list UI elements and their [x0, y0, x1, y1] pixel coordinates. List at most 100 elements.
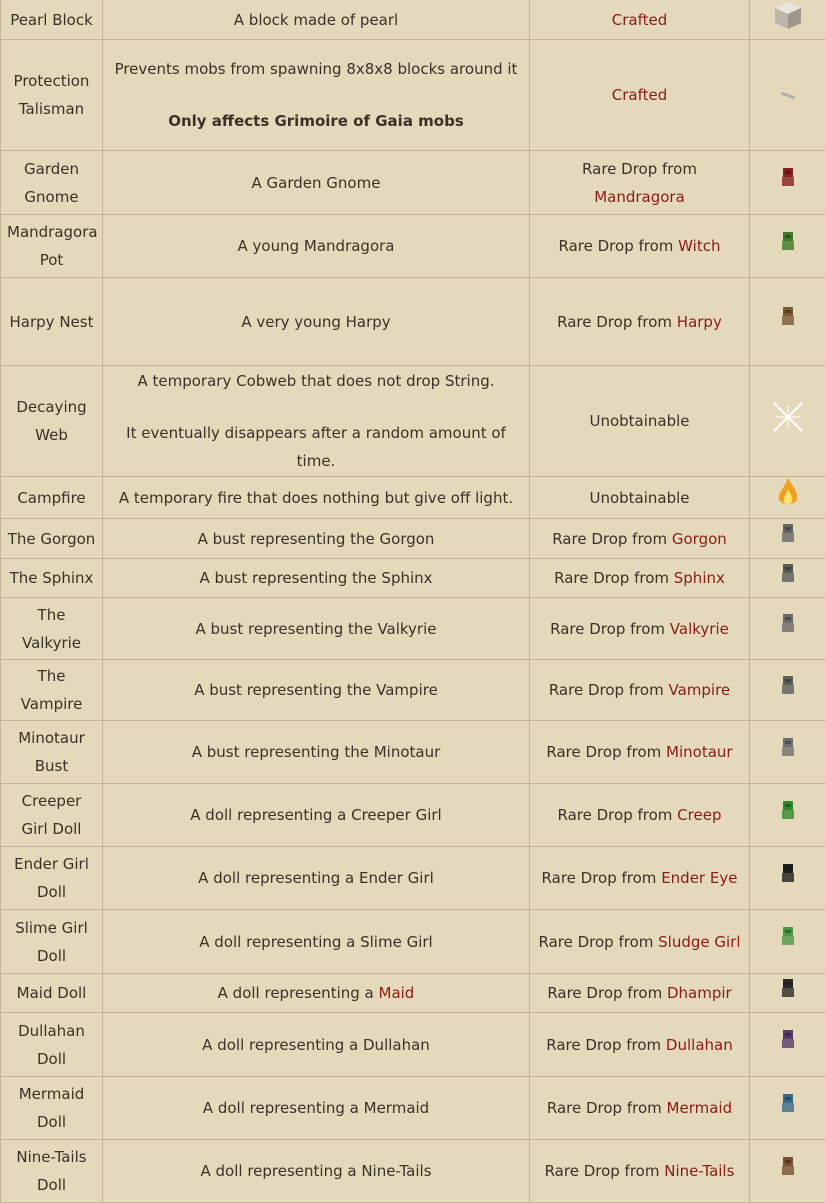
item-source: Rare Drop from Minotaur — [530, 721, 750, 784]
item-description: A Garden Gnome — [103, 151, 530, 215]
source-link[interactable]: Crafted — [612, 86, 667, 104]
nine-tails-doll-icon — [780, 1156, 796, 1187]
item-name: The Sphinx — [1, 559, 103, 598]
source-text: Rare Drop from — [557, 313, 677, 331]
slime-girl-doll-icon — [780, 926, 796, 957]
valkyrie-bust-icon — [780, 613, 796, 644]
source-text: Rare Drop from — [549, 681, 669, 699]
source-link[interactable]: Gorgon — [672, 530, 727, 548]
source-link[interactable]: Creep — [677, 806, 721, 824]
source-link[interactable]: Harpy — [677, 313, 722, 331]
description-text: A doll representing a Maid — [109, 979, 523, 1007]
table-row: Harpy Nest A very young Harpy Rare Drop … — [1, 278, 825, 366]
vampire-bust-icon — [780, 675, 796, 706]
source-text: Rare Drop from — [559, 237, 679, 255]
item-name: Garden Gnome — [1, 151, 103, 215]
item-source: Crafted — [530, 0, 750, 40]
source-link[interactable]: Crafted — [612, 11, 667, 29]
table-row: Mermaid Doll A doll representing a Merma… — [1, 1077, 825, 1140]
item-name: Minotaur Bust — [1, 721, 103, 784]
item-description: A doll representing a Mermaid — [103, 1077, 530, 1140]
item-source: Rare Drop from Ender Eye — [530, 847, 750, 910]
table-row: Pearl Block A block made of pearl Crafte… — [1, 0, 825, 40]
item-source: Rare Drop from Dhampir — [530, 974, 750, 1013]
item-description: A bust representing the Sphinx — [103, 559, 530, 598]
table-row: The Valkyrie A bust representing the Val… — [1, 598, 825, 660]
item-description: A very young Harpy — [103, 278, 530, 366]
mermaid-doll-icon — [780, 1093, 796, 1124]
item-description: A bust representing the Minotaur — [103, 721, 530, 784]
description-text: Prevents mobs from spawning 8x8x8 blocks… — [109, 55, 523, 83]
item-description: A doll representing a Nine-Tails — [103, 1140, 530, 1203]
description-text: A bust representing the Vampire — [109, 676, 523, 704]
table-row: Garden Gnome A Garden Gnome Rare Drop fr… — [1, 151, 825, 215]
item-source: Rare Drop from Dullahan — [530, 1013, 750, 1077]
source-link[interactable]: Dhampir — [667, 984, 732, 1002]
item-name: The Gorgon — [1, 519, 103, 559]
source-text: Unobtainable — [589, 412, 689, 430]
table-row: The Sphinx A bust representing the Sphin… — [1, 559, 825, 598]
item-name: Decaying Web — [1, 366, 103, 477]
description-text: A temporary Cobweb that does not drop St… — [109, 367, 523, 395]
description-text: A block made of pearl — [109, 6, 523, 34]
source-link[interactable]: Dullahan — [666, 1036, 733, 1054]
table-row: Maid Doll A doll representing a Maid Rar… — [1, 974, 825, 1013]
items-table: Pearl Block A block made of pearl Crafte… — [0, 0, 825, 1203]
source-link[interactable]: Sludge Girl — [658, 933, 740, 951]
item-name: Harpy Nest — [1, 278, 103, 366]
source-link[interactable]: Nine-Tails — [664, 1162, 734, 1180]
table-row: Slime Girl Doll A doll representing a Sl… — [1, 910, 825, 974]
source-link[interactable]: Sphinx — [674, 569, 725, 587]
source-text: Rare Drop from — [538, 933, 658, 951]
item-source: Rare Drop from Mermaid — [530, 1077, 750, 1140]
description-text: A doll representing a Mermaid — [109, 1094, 523, 1122]
talisman-icon — [781, 81, 795, 109]
table-row: Dullahan Doll A doll representing a Dull… — [1, 1013, 825, 1077]
description-text: A Garden Gnome — [109, 169, 523, 197]
dullahan-doll-icon — [780, 1029, 796, 1060]
item-name: Mermaid Doll — [1, 1077, 103, 1140]
description-text: A doll representing a Creeper Girl — [109, 801, 523, 829]
mandragora-pot-icon — [780, 231, 796, 262]
source-link[interactable]: Witch — [678, 237, 720, 255]
gorgon-bust-icon — [780, 523, 796, 554]
item-name: Campfire — [1, 477, 103, 519]
garden-gnome-icon — [780, 167, 796, 198]
item-name: The Valkyrie — [1, 598, 103, 660]
description-note: Only affects Grimoire of Gaia mobs — [168, 112, 464, 130]
source-text: Rare Drop from — [582, 160, 697, 178]
item-source: Rare Drop from Mandragora — [530, 151, 750, 215]
item-source: Rare Drop from Gorgon — [530, 519, 750, 559]
item-description: A block made of pearl — [103, 0, 530, 40]
item-description: A temporary fire that does nothing but g… — [103, 477, 530, 519]
ender-girl-doll-icon — [780, 863, 796, 894]
table-row: The Vampire A bust representing the Vamp… — [1, 660, 825, 721]
item-source: Crafted — [530, 40, 750, 151]
item-description: A bust representing the Valkyrie — [103, 598, 530, 660]
description-text: A doll representing a Nine-Tails — [109, 1157, 523, 1185]
item-description: Prevents mobs from spawning 8x8x8 blocks… — [103, 40, 530, 151]
source-text: Rare Drop from — [552, 530, 672, 548]
table-row: Minotaur Bust A bust representing the Mi… — [1, 721, 825, 784]
source-text: Rare Drop from — [546, 1036, 666, 1054]
source-link[interactable]: Vampire — [669, 681, 731, 699]
table-row: Ender Girl Doll A doll representing a En… — [1, 847, 825, 910]
item-source: Rare Drop from Creep — [530, 784, 750, 847]
description-link[interactable]: Maid — [379, 984, 415, 1002]
source-link[interactable]: Minotaur — [666, 743, 733, 761]
item-source: Rare Drop from Witch — [530, 215, 750, 278]
source-link[interactable]: Mandragora — [594, 188, 685, 206]
source-text: Rare Drop from — [547, 1099, 667, 1117]
item-source: Rare Drop from Valkyrie — [530, 598, 750, 660]
description-text: A doll representing a Slime Girl — [109, 928, 523, 956]
item-name: Dullahan Doll — [1, 1013, 103, 1077]
description-text: A bust representing the Sphinx — [109, 564, 523, 592]
description-text: A bust representing the Valkyrie — [109, 615, 523, 643]
item-name: The Vampire — [1, 660, 103, 721]
item-source: Rare Drop from Vampire — [530, 660, 750, 721]
item-description: A doll representing a Slime Girl — [103, 910, 530, 974]
source-link[interactable]: Valkyrie — [670, 620, 729, 638]
source-link[interactable]: Mermaid — [667, 1099, 733, 1117]
table-row: Decaying Web A temporary Cobweb that doe… — [1, 366, 825, 477]
source-link[interactable]: Ender Eye — [661, 869, 737, 887]
